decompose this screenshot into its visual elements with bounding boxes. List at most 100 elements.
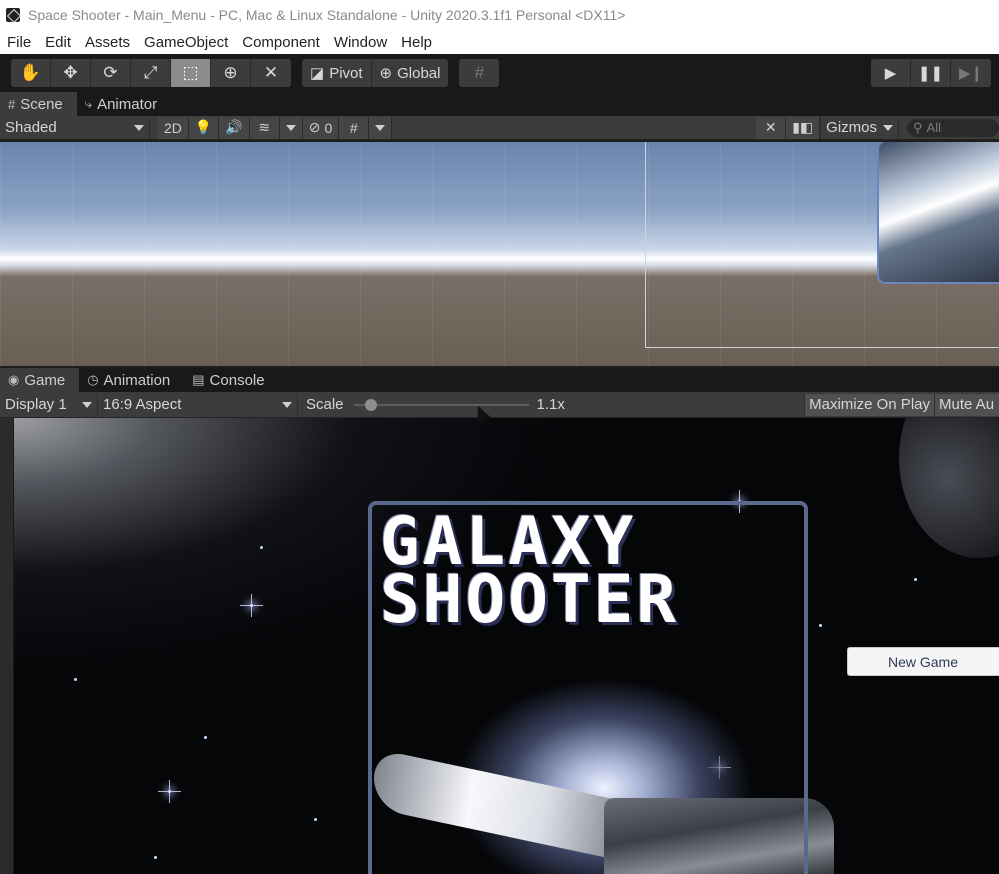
global-label: Global [397, 64, 441, 82]
console-icon: ▤ [192, 372, 205, 387]
scale-label: Scale [306, 396, 344, 413]
game-view-left-margin [0, 418, 14, 874]
scene-controls: Shaded 2D 💡 🔊 ≋ ⊘ 0 # ✕ ▮◧ Gizmos ⚲ All [0, 116, 999, 140]
tab-animator[interactable]: ⤷ Animator [77, 92, 171, 116]
effects-dropdown[interactable] [279, 116, 303, 139]
menu-edit[interactable]: Edit [38, 34, 78, 51]
grid-snap-icon[interactable]: # [459, 59, 499, 87]
scene-search-input[interactable]: ⚲ All [907, 118, 999, 137]
animator-icon: ⤷ [84, 96, 93, 111]
mode-2d-toggle[interactable]: 2D [158, 116, 189, 139]
shading-mode-dropdown[interactable]: Shaded [0, 116, 150, 139]
game-title: GALAXY SHOOTER [380, 509, 680, 638]
gizmos-dropdown[interactable]: Gizmos [820, 116, 899, 139]
display-value: Display 1 [5, 396, 67, 413]
unity-logo-icon [6, 8, 20, 22]
display-dropdown[interactable]: Display 1 [0, 393, 98, 416]
star [74, 678, 77, 681]
window-titlebar: Space Shooter - Main_Menu - PC, Mac & Li… [0, 0, 999, 30]
star [204, 736, 207, 739]
custom-tool-icon[interactable]: ✕ [251, 59, 291, 87]
search-icon: ⚲ [913, 119, 923, 135]
scale-tool-icon[interactable]: ⤢ [131, 59, 171, 87]
star [154, 856, 157, 859]
chevron-down-icon [134, 124, 144, 131]
chevron-down-icon [375, 124, 386, 131]
star [914, 578, 917, 581]
menu-file[interactable]: File [0, 34, 38, 51]
main-toolbar: ✋ ✥ ⟳ ⤢ ⬚ ⊕ ✕ ◪ Pivot ⊕ Global # ▶ ❚❚ ▶❙ [0, 54, 999, 92]
menu-component[interactable]: Component [235, 34, 327, 51]
rect-tool-icon[interactable]: ⬚ [171, 59, 211, 87]
tab-scene-label: Scene [20, 95, 63, 113]
star [819, 624, 822, 627]
camera-icon[interactable]: ▮◧ [786, 116, 821, 139]
maximize-on-play-toggle[interactable]: Maximize On Play [804, 393, 934, 416]
planet-image [899, 418, 999, 558]
tab-scene[interactable]: # Scene [0, 92, 77, 116]
menu-help[interactable]: Help [394, 34, 439, 51]
tab-animation[interactable]: ◷ Animation [79, 368, 184, 392]
game-title-line-2: SHOOTER [380, 561, 680, 638]
star [240, 594, 263, 617]
aspect-value: 16:9 Aspect [103, 396, 182, 413]
scene-view[interactable] [0, 142, 999, 366]
lighting-icon[interactable]: 💡 [188, 116, 220, 139]
menu-assets[interactable]: Assets [78, 34, 137, 51]
gamepad-icon: ◉ [8, 372, 20, 387]
shading-mode-value: Shaded [5, 119, 57, 136]
chevron-down-icon [282, 401, 292, 408]
effects-icon[interactable]: ≋ [249, 116, 280, 139]
pause-icon[interactable]: ❚❚ [911, 59, 951, 87]
scale-slider-track [353, 403, 529, 406]
game-view[interactable]: GALAXY SHOOTER New Game [14, 418, 999, 874]
menu-bar: File Edit Assets GameObject Component Wi… [0, 30, 999, 54]
tab-game-label: Game [24, 371, 66, 389]
star [158, 780, 181, 803]
menu-gameobject[interactable]: GameObject [137, 34, 235, 51]
new-game-button[interactable]: New Game [847, 647, 999, 676]
tab-console[interactable]: ▤ Console [184, 368, 278, 392]
pivot-global-group: ◪ Pivot ⊕ Global [302, 59, 449, 87]
hidden-objects-toggle[interactable]: ⊘ 0 [302, 116, 340, 139]
clock-icon: ◷ [87, 372, 99, 387]
scale-slider[interactable] [353, 397, 529, 413]
selected-ship-object[interactable] [877, 142, 999, 284]
scene-grid-icon: # [8, 96, 16, 112]
audio-icon[interactable]: 🔊 [219, 116, 250, 139]
tab-game[interactable]: ◉ Game [0, 368, 80, 392]
chevron-down-icon [82, 401, 92, 408]
hand-tool-icon[interactable]: ✋ [11, 59, 51, 87]
transform-tool-icon[interactable]: ⊕ [211, 59, 251, 87]
scale-slider-knob[interactable] [364, 398, 377, 411]
star [260, 546, 263, 549]
chevron-down-icon [883, 124, 893, 131]
search-placeholder: All [926, 120, 941, 135]
chevron-down-icon [285, 124, 296, 131]
tools-icon[interactable]: ✕ [756, 116, 787, 139]
tab-animation-label: Animation [103, 371, 171, 389]
tab-animator-label: Animator [97, 95, 158, 113]
step-icon[interactable]: ▶❙ [951, 59, 991, 87]
play-controls: ▶ ❚❚ ▶❙ [871, 59, 991, 87]
scene-tabbar: # Scene ⤷ Animator [0, 92, 999, 116]
global-button[interactable]: ⊕ Global [372, 59, 449, 87]
grid-icon[interactable]: # [339, 116, 370, 139]
grid-dropdown[interactable] [369, 116, 393, 139]
play-icon[interactable]: ▶ [871, 59, 911, 87]
rotate-tool-icon[interactable]: ⟳ [91, 59, 131, 87]
move-tool-icon[interactable]: ✥ [51, 59, 91, 87]
tab-console-label: Console [209, 371, 265, 389]
window-title: Space Shooter - Main_Menu - PC, Mac & Li… [28, 7, 626, 23]
pivot-button[interactable]: ◪ Pivot [302, 59, 372, 87]
gizmos-label: Gizmos [826, 119, 877, 136]
pivot-label: Pivot [329, 64, 363, 82]
snap-group: # [459, 59, 500, 87]
game-controls: Display 1 16:9 Aspect Scale 1.1x Maximiz… [0, 392, 999, 418]
mute-audio-toggle[interactable]: Mute Au [934, 393, 999, 416]
menu-window[interactable]: Window [327, 34, 394, 51]
game-tabbar: ◉ Game ◷ Animation ▤ Console [0, 368, 999, 392]
aspect-dropdown[interactable]: 16:9 Aspect [98, 393, 298, 416]
globe-icon: ⊕ [379, 65, 393, 82]
pivot-icon: ◪ [310, 65, 325, 82]
